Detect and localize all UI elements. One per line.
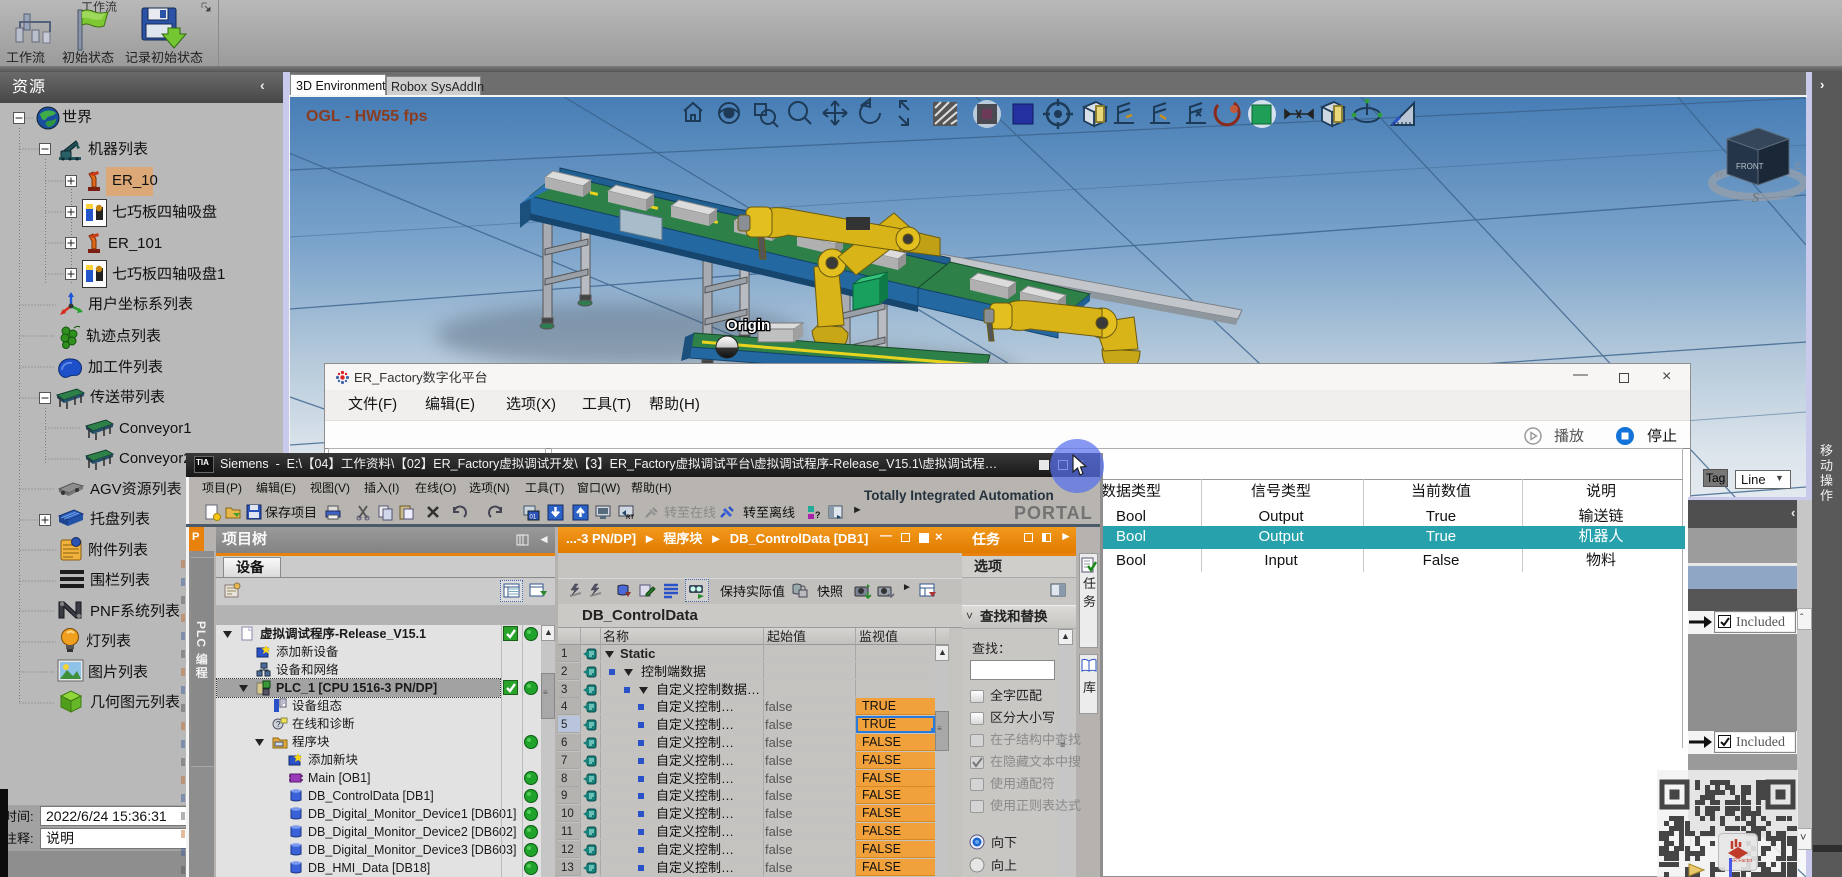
svg-text:Origin: Origin [726,317,770,334]
svg-text:01: 01 [530,515,537,521]
svg-text:RT: RT [626,515,634,521]
svg-text:W: W [1715,169,1724,179]
svg-text:E: E [1795,161,1801,171]
svg-text:ER Factory: ER Factory [1730,858,1752,863]
svg-text:?: ? [815,510,821,520]
svg-text:OGL - HW55 fps: OGL - HW55 fps [306,108,428,125]
svg-text:?: ? [276,720,281,729]
svg-text:FRONT: FRONT [1736,162,1764,171]
svg-text:S: S [1752,191,1759,206]
